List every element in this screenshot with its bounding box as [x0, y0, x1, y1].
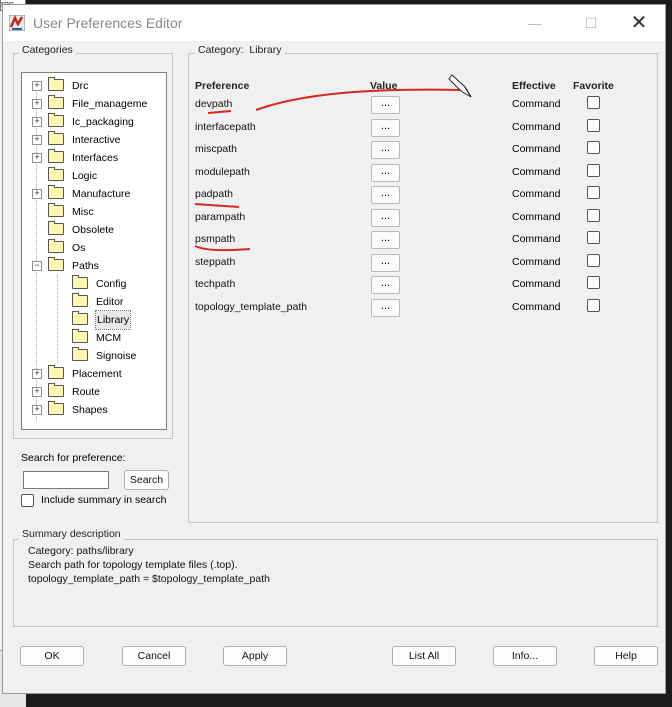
annotation-psmpath-underline	[194, 245, 251, 252]
annotation-devpath-arc	[255, 88, 464, 111]
annotation-padpath-underline	[194, 203, 240, 208]
annotation-devpath-underline	[207, 110, 232, 114]
red-annotation-marks	[194, 74, 472, 252]
pen-cursor-icon	[448, 74, 472, 98]
user-preferences-dialog: User Preferences Editor — ☐ ✕ Categories…	[2, 4, 666, 694]
